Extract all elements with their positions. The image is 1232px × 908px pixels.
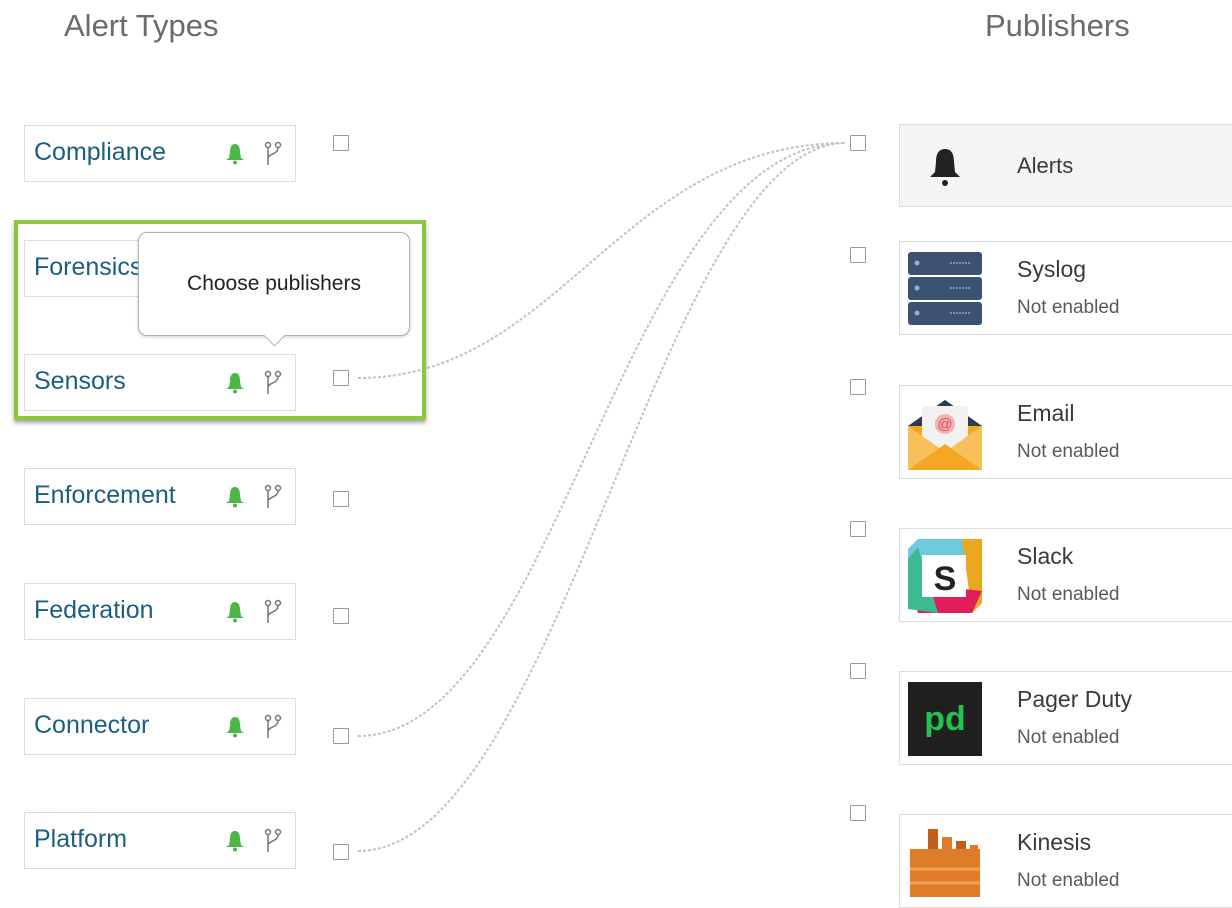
alert-type-label: Enforcement	[34, 481, 176, 509]
alert-type-checkbox-compliance[interactable]	[333, 135, 349, 151]
publisher-name: Email	[1017, 400, 1075, 426]
alert-type-compliance[interactable]: Compliance	[24, 125, 296, 182]
publisher-name: Syslog	[1017, 256, 1087, 282]
publisher-status: Not enabled	[1017, 584, 1120, 605]
branch-icon[interactable]	[263, 599, 283, 625]
publisher-checkbox-kinesis[interactable]	[850, 805, 866, 821]
connection-connector-alerts	[357, 142, 847, 737]
alert-type-label: Compliance	[34, 138, 167, 166]
branch-icon[interactable]	[263, 484, 283, 510]
publisher-checkbox-slack[interactable]	[850, 521, 866, 537]
tooltip-text: Choose publishers	[187, 272, 361, 295]
choose-publishers-tooltip: Choose publishers	[138, 232, 410, 336]
publisher-name: Kinesis	[1017, 829, 1092, 855]
alert-type-platform[interactable]: Platform	[24, 812, 296, 869]
bell-icon[interactable]	[225, 716, 245, 738]
alert-type-checkbox-connector[interactable]	[333, 728, 349, 744]
publisher-checkbox-email[interactable]	[850, 379, 866, 395]
branch-icon[interactable]	[263, 370, 283, 396]
branch-icon[interactable]	[263, 828, 283, 854]
publisher-status: Not enabled	[1017, 870, 1120, 891]
publisher-alerts[interactable]: Alerts	[899, 124, 1232, 207]
publisher-pagerduty[interactable]: pd Pager Duty Not enabled	[899, 671, 1232, 765]
alert-type-label: Forensics	[34, 253, 143, 281]
publisher-name: Pager Duty	[1017, 686, 1133, 712]
alert-type-label: Sensors	[34, 367, 126, 395]
alert-type-checkbox-federation[interactable]	[333, 608, 349, 624]
alert-type-checkbox-sensors[interactable]	[333, 370, 349, 386]
bell-icon[interactable]	[225, 601, 245, 623]
branch-icon[interactable]	[263, 714, 283, 740]
connection-sensors-alerts	[357, 142, 847, 379]
publisher-email[interactable]: @ Email Not enabled	[899, 385, 1232, 479]
publisher-checkbox-alerts[interactable]	[850, 135, 866, 151]
tooltip-arrow	[263, 335, 285, 349]
bell-icon[interactable]	[225, 143, 245, 165]
alert-type-sensors[interactable]: Sensors	[24, 354, 296, 411]
slack-icon: S	[908, 539, 982, 613]
bell-icon[interactable]	[225, 486, 245, 508]
publisher-slack[interactable]: S Slack Not enabled	[899, 528, 1232, 622]
branch-icon[interactable]	[263, 141, 283, 167]
publisher-status: Not enabled	[1017, 297, 1120, 318]
bell-icon[interactable]	[225, 830, 245, 852]
alert-type-enforcement[interactable]: Enforcement	[24, 468, 296, 525]
svg-text:S: S	[934, 560, 957, 598]
alert-type-connector[interactable]: Connector	[24, 698, 296, 755]
alert-type-checkbox-enforcement[interactable]	[333, 491, 349, 507]
kinesis-icon	[910, 829, 980, 897]
connection-platform-alerts	[357, 142, 847, 852]
publisher-name: Alerts	[1017, 153, 1074, 178]
publisher-status: Not enabled	[1017, 441, 1120, 462]
email-icon: @	[908, 400, 982, 470]
pagerduty-icon: pd	[908, 682, 982, 756]
publisher-kinesis[interactable]: Kinesis Not enabled	[899, 814, 1232, 908]
bell-icon	[930, 149, 960, 186]
bell-icon[interactable]	[225, 372, 245, 394]
publisher-checkbox-pagerduty[interactable]	[850, 663, 866, 679]
server-icon	[908, 252, 982, 325]
publisher-status: Not enabled	[1017, 727, 1120, 748]
publisher-name: Slack	[1017, 543, 1074, 569]
alert-type-label: Platform	[34, 825, 128, 853]
alert-type-federation[interactable]: Federation	[24, 583, 296, 640]
alert-type-label: Connector	[34, 711, 150, 739]
publisher-syslog[interactable]: Syslog Not enabled	[899, 241, 1232, 335]
alert-type-label: Federation	[34, 596, 154, 624]
svg-text:pd: pd	[924, 700, 966, 738]
alert-type-checkbox-platform[interactable]	[333, 844, 349, 860]
publisher-checkbox-syslog[interactable]	[850, 247, 866, 263]
svg-text:@: @	[937, 416, 952, 433]
